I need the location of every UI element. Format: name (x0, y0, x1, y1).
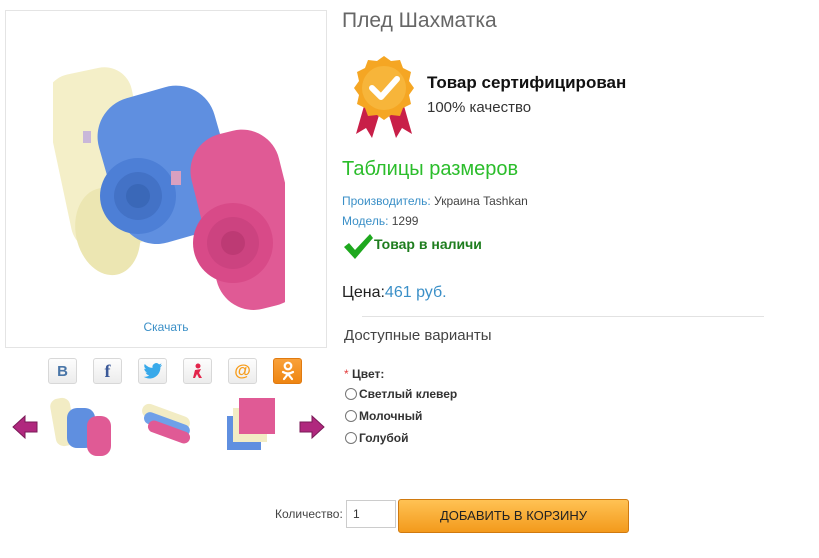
divider (362, 316, 764, 317)
quantity-input[interactable] (346, 500, 396, 528)
thumbnail-3[interactable] (219, 394, 287, 456)
certified-badge-icon (354, 56, 414, 138)
price-row: Цена:461 руб. (342, 284, 447, 302)
moimir-share-button[interactable] (183, 358, 212, 384)
model-value: 1299 (391, 214, 419, 228)
model-row: Модель: 1299 (342, 214, 418, 228)
facebook-icon: f (104, 360, 111, 381)
product-title: Плед Шахматка (342, 9, 497, 32)
vk-icon: B (57, 362, 68, 380)
mailru-icon: @ (234, 361, 251, 380)
size-table-link[interactable]: Таблицы размеров (342, 158, 518, 181)
facebook-share-button[interactable]: f (93, 358, 122, 384)
color-radio-1[interactable] (345, 388, 357, 400)
manufacturer-key[interactable]: Производитель: (342, 194, 431, 208)
manufacturer-value: Украина Tashkan (434, 194, 528, 208)
thumbnail-1[interactable] (45, 394, 113, 456)
add-to-cart-button[interactable]: ДОБАВИТЬ В КОРЗИНУ (398, 499, 629, 533)
certificate-title: Товар сертифицирован (427, 73, 627, 92)
checkmark-icon (344, 234, 373, 259)
mailru-share-button[interactable]: @ (228, 358, 257, 384)
thumbnail-2[interactable] (131, 394, 199, 456)
color-option-3-label: Голубой (359, 431, 409, 445)
vk-share-button[interactable]: B (48, 358, 77, 384)
model-key: Модель: (342, 214, 389, 228)
stock-status: Товар в наличи (374, 236, 482, 252)
certificate-subtitle: 100% качество (427, 99, 532, 116)
color-radio-2[interactable] (345, 410, 357, 422)
color-option-2-label: Молочный (359, 409, 423, 423)
quantity-label: Количество: (275, 507, 343, 521)
color-option-label: * Цвет: (344, 367, 384, 381)
product-main-image[interactable] (53, 21, 285, 311)
odnoklassniki-icon (281, 361, 294, 381)
variants-heading: Доступные варианты (344, 327, 492, 344)
manufacturer-row: Производитель: Украина Tashkan (342, 194, 528, 208)
color-label-text: Цвет: (352, 367, 385, 381)
price-value: 461 руб. (384, 284, 447, 301)
color-radio-3[interactable] (345, 432, 357, 444)
color-option-3[interactable]: Голубой (344, 431, 409, 445)
required-mark: * (344, 367, 349, 381)
color-option-1[interactable]: Светлый клевер (344, 387, 457, 401)
color-option-2[interactable]: Молочный (344, 409, 422, 423)
thumb-prev-arrow-icon[interactable] (11, 412, 39, 442)
product-image-box: Скачать (5, 10, 327, 348)
twitter-icon (143, 363, 162, 379)
odnoklassniki-share-button[interactable] (273, 358, 302, 384)
color-option-1-label: Светлый клевер (359, 387, 458, 401)
price-label: Цена: (342, 284, 385, 301)
moimir-icon (192, 363, 202, 378)
download-link[interactable]: Скачать (6, 320, 326, 334)
twitter-share-button[interactable] (138, 358, 167, 384)
thumb-next-arrow-icon[interactable] (298, 412, 326, 442)
